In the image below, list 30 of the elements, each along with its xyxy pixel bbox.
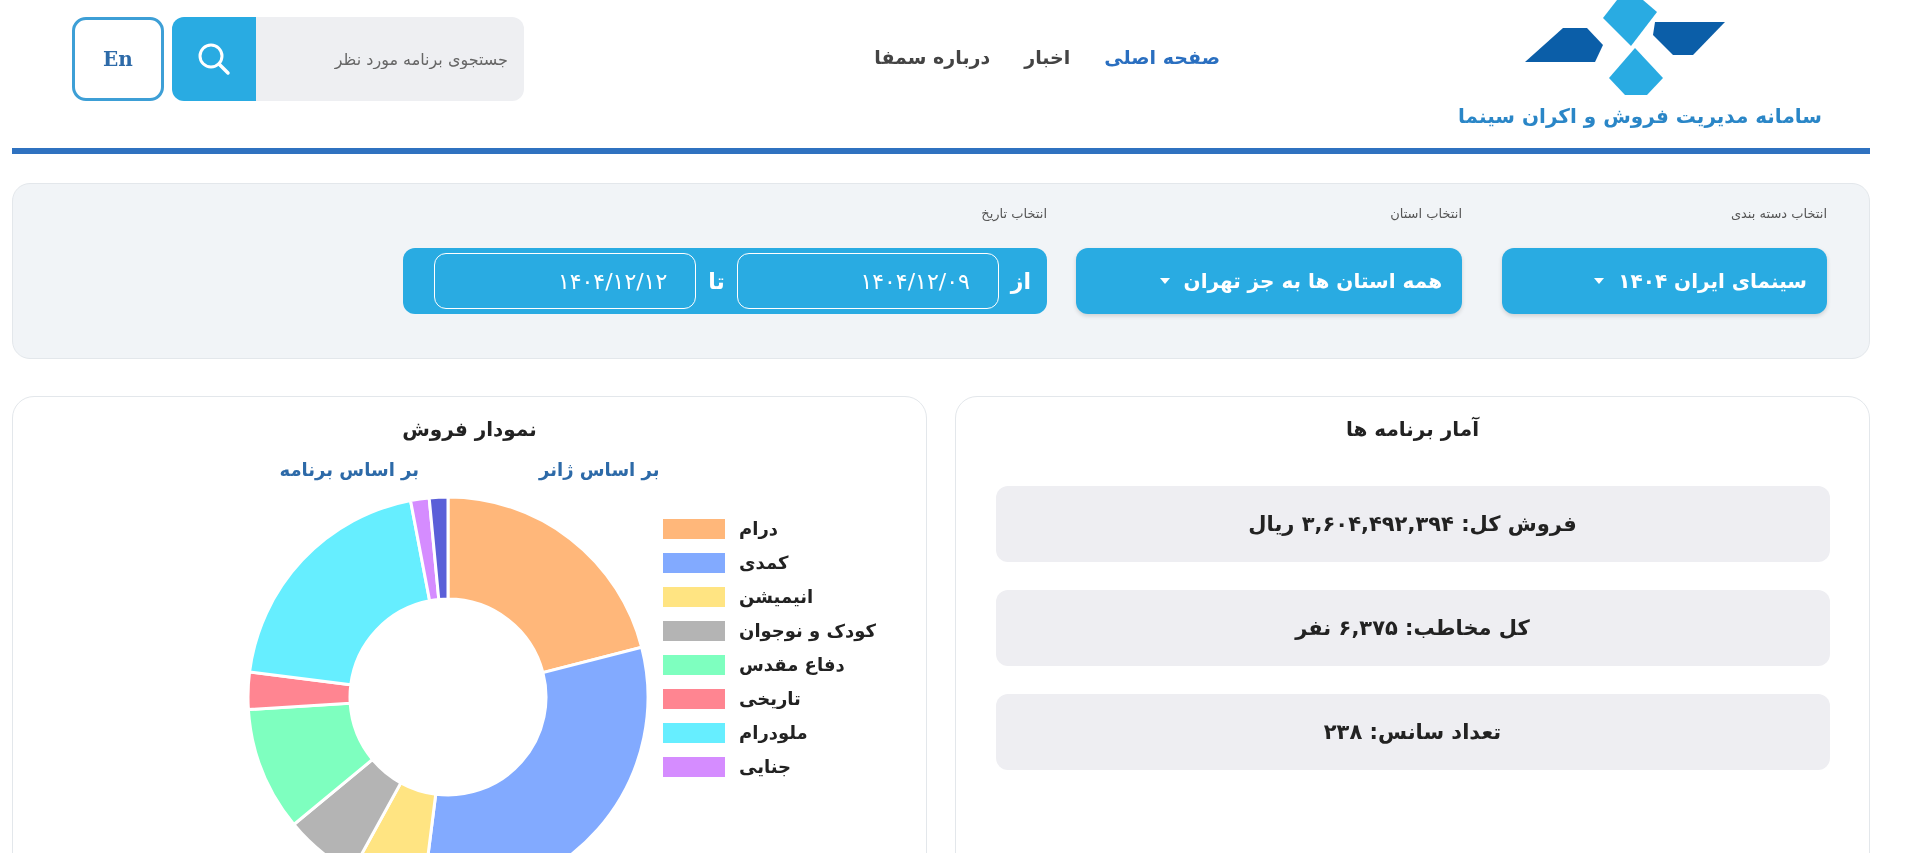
caret-icon bbox=[1594, 278, 1605, 284]
stat-item: تعداد سانس: ۲۳۸ bbox=[995, 694, 1830, 770]
card-title: آمار برنامه ها bbox=[1346, 417, 1480, 441]
legend-label: دفاع مقدس bbox=[739, 654, 845, 675]
stat-item: کل مخاطب: ۶,۳۷۵ نفر bbox=[995, 590, 1830, 666]
legend-label: تاریخی bbox=[739, 688, 801, 709]
language-button[interactable]: En bbox=[72, 17, 164, 101]
legend-label: انیمیشن bbox=[739, 586, 814, 607]
filter-label: انتخاب دسته بندی bbox=[1729, 206, 1827, 221]
nav-link[interactable]: صفحه اصلی bbox=[1104, 46, 1220, 68]
search-field[interactable]: جستجوی برنامه مورد نظر bbox=[256, 17, 524, 101]
to-label: تا bbox=[708, 268, 725, 294]
card-title: نمودار فروش bbox=[402, 417, 537, 441]
legend-label: کودک و نوجوان bbox=[739, 620, 876, 641]
legend-label: ملودرام bbox=[739, 722, 808, 743]
search-button[interactable] bbox=[172, 17, 256, 101]
filter-label: انتخاب استان bbox=[1389, 206, 1462, 221]
logo-caption: سامانه مدیریت فروش و اکران سینما bbox=[1458, 104, 1822, 128]
legend-label: جنایی bbox=[739, 756, 792, 777]
nav-link[interactable]: درباره سمفا bbox=[874, 46, 991, 68]
filter-label: انتخاب تاریخ bbox=[980, 206, 1047, 221]
chart-mode-link[interactable]: بر اساس ژانر bbox=[539, 459, 660, 480]
search-icon bbox=[197, 42, 231, 76]
from-label: از bbox=[1010, 268, 1031, 294]
stat-item: فروش کل: ۳,۶۰۴,۴۹۲,۳۹۴ ریال bbox=[995, 486, 1830, 562]
chart-mode-link[interactable]: بر اساس برنامه bbox=[279, 459, 420, 480]
legend-label: درام bbox=[739, 518, 778, 539]
caret-icon bbox=[1159, 278, 1170, 284]
nav-link[interactable]: اخبار bbox=[1024, 46, 1071, 68]
legend-label: کمدی bbox=[739, 552, 789, 573]
